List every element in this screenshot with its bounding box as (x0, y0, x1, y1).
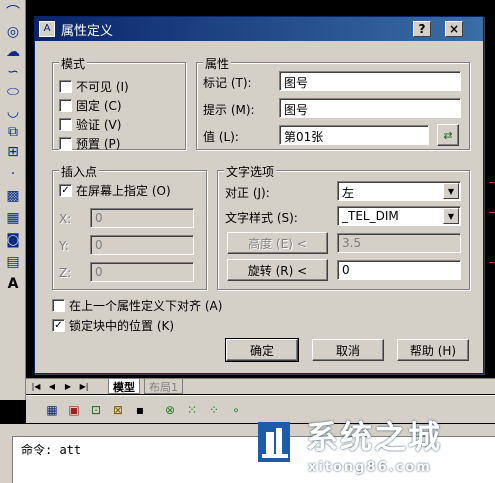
draw-toolbar: ⌒ ◎ ☁ ∽ ⬭ ◡ ⧉ ⊞ · ▩ ▦ ◙ ▤ A (0, 0, 26, 400)
checkbox-label: 预置 (P) (76, 137, 121, 151)
zoom-icon[interactable]: ⊗ (162, 402, 178, 418)
x-input[interactable]: 0 (90, 208, 194, 228)
drawing-mark (489, 212, 495, 213)
next-tab-icon[interactable]: ▶ (62, 381, 74, 393)
match-icon[interactable]: ▣ (66, 402, 82, 418)
drawing-mark (489, 262, 495, 263)
mode-group-label: 模式 (59, 55, 88, 72)
checkbox-label: 验证 (V) (76, 118, 122, 132)
ellipse-icon[interactable]: ⬭ (3, 82, 23, 102)
preset-checkbox[interactable]: 预置 (P) (59, 135, 120, 152)
attribute-definition-dialog: A 属性定义 ? × 模式 不可见 (I) 固定 (C) 验证 (V) 预置 (… (34, 16, 484, 374)
justify-value: 左 (342, 186, 355, 200)
text-style-value: _TEL_DIM (342, 209, 399, 223)
first-tab-icon[interactable]: |◀ (30, 381, 42, 393)
chevron-down-icon: ▼ (443, 183, 459, 199)
checkbox-box (59, 80, 72, 93)
properties-icon[interactable]: ▦ (44, 402, 60, 418)
drawing-mark (489, 182, 495, 183)
circle-icon[interactable]: ◎ (3, 22, 23, 42)
checkbox-label: 锁定块中的位置 (K) (69, 319, 175, 333)
verify-checkbox[interactable]: 验证 (V) (59, 116, 121, 133)
table-icon[interactable]: ▤ (3, 252, 23, 272)
attribute-group-label: 属性 (203, 55, 232, 72)
z-label: Z: (59, 266, 72, 280)
value-input[interactable]: 第01张 (279, 125, 429, 145)
rotation-button[interactable]: 旋转 (R) < (227, 259, 328, 281)
justify-label: 对正 (J): (225, 186, 270, 200)
specify-on-screen-checkbox[interactable]: ✓ 在屏幕上指定 (O) (59, 182, 171, 199)
justify-select[interactable]: 左 ▼ (337, 181, 461, 201)
save-icon[interactable]: ▪ (132, 402, 148, 418)
watermark-title: 系统之城 (306, 418, 443, 456)
design-center-icon[interactable]: ⊠ (110, 402, 126, 418)
tag-label: 标记 (T): (203, 76, 252, 90)
point-icon[interactable]: · (3, 164, 23, 184)
last-tab-icon[interactable]: ▶| (78, 381, 90, 393)
tag-input[interactable]: 图号 (279, 71, 461, 91)
text-style-select[interactable]: _TEL_DIM ▼ (337, 206, 461, 226)
height-input[interactable]: 3.5 (337, 233, 461, 253)
checkbox-label: 在屏幕上指定 (O) (76, 184, 171, 198)
checkbox-box (59, 118, 72, 131)
arc-icon[interactable]: ⌒ (3, 2, 23, 22)
watermark-logo-icon (258, 422, 290, 462)
ok-button[interactable]: 确定 (225, 338, 299, 362)
watermark-url: xitong86.com (308, 460, 432, 475)
tab-model[interactable]: 模型 (108, 379, 140, 394)
rotation-input[interactable]: 0 (337, 260, 461, 280)
invisible-checkbox[interactable]: 不可见 (I) (59, 78, 129, 95)
text-style-label: 文字样式 (S): (225, 211, 298, 225)
checkbox-label: 固定 (C) (76, 99, 122, 113)
checkbox-box (59, 99, 72, 112)
help-button[interactable]: 帮助 (H) (397, 339, 469, 361)
align-below-checkbox[interactable]: 在上一个属性定义下对齐 (A) (52, 297, 222, 314)
command-text: 命令: att (21, 443, 82, 457)
z-input[interactable]: 0 (90, 262, 194, 282)
tab-layout1[interactable]: 布局1 (144, 379, 183, 394)
spline-icon[interactable]: ∽ (3, 62, 23, 82)
close-button[interactable]: × (445, 21, 463, 37)
gradient-icon[interactable]: ▦ (3, 208, 23, 228)
snap-icon[interactable]: ⁙ (184, 402, 200, 418)
insertion-group-label: 插入点 (59, 163, 100, 180)
region-icon[interactable]: ◙ (3, 230, 23, 250)
checkbox-label: 不可见 (I) (76, 80, 129, 94)
block-editor-icon[interactable]: ⊡ (88, 402, 104, 418)
dialog-title: 属性定义 (61, 23, 114, 39)
x-label: X: (59, 212, 72, 226)
prompt-label: 提示 (M): (203, 103, 255, 117)
chevron-down-icon: ▼ (443, 208, 459, 224)
grid-icon[interactable]: ⁘ (206, 402, 222, 418)
help-titlebar-button[interactable]: ? (413, 21, 431, 37)
revcloud-icon[interactable]: ☁ (3, 42, 23, 62)
insert-field-icon: ⇄ (443, 128, 453, 142)
y-input[interactable]: 0 (90, 235, 194, 255)
checkbox-box: ✓ (59, 184, 72, 197)
checkbox-label: 在上一个属性定义下对齐 (A) (69, 299, 223, 313)
watermark: 系统之城 xitong86.com (240, 408, 495, 483)
mtext-icon[interactable]: A (3, 274, 23, 294)
checkbox-box (52, 299, 65, 312)
insert-block-icon[interactable]: ⧉ (3, 122, 23, 142)
lock-position-checkbox[interactable]: ✓ 锁定块中的位置 (K) (52, 317, 174, 334)
checkbox-box (59, 137, 72, 150)
cancel-button[interactable]: 取消 (312, 339, 384, 361)
insert-field-button[interactable]: ⇄ (437, 124, 459, 146)
y-label: Y: (59, 239, 69, 253)
prev-tab-icon[interactable]: ◀ (46, 381, 58, 393)
ellipse-arc-icon[interactable]: ◡ (3, 102, 23, 122)
text-options-label: 文字选项 (224, 163, 277, 180)
value-label: 值 (L): (203, 130, 239, 144)
prompt-input[interactable]: 图号 (279, 98, 461, 118)
checkbox-box: ✓ (52, 319, 65, 332)
layout-tabs: |◀ ◀ ▶ ▶| 模型 布局1 (26, 378, 495, 394)
height-button[interactable]: 高度 (E) < (227, 232, 328, 254)
hatch-icon[interactable]: ▩ (3, 186, 23, 206)
make-block-icon[interactable]: ⊞ (3, 142, 23, 162)
dialog-app-icon: A (39, 21, 55, 37)
constant-checkbox[interactable]: 固定 (C) (59, 97, 122, 114)
